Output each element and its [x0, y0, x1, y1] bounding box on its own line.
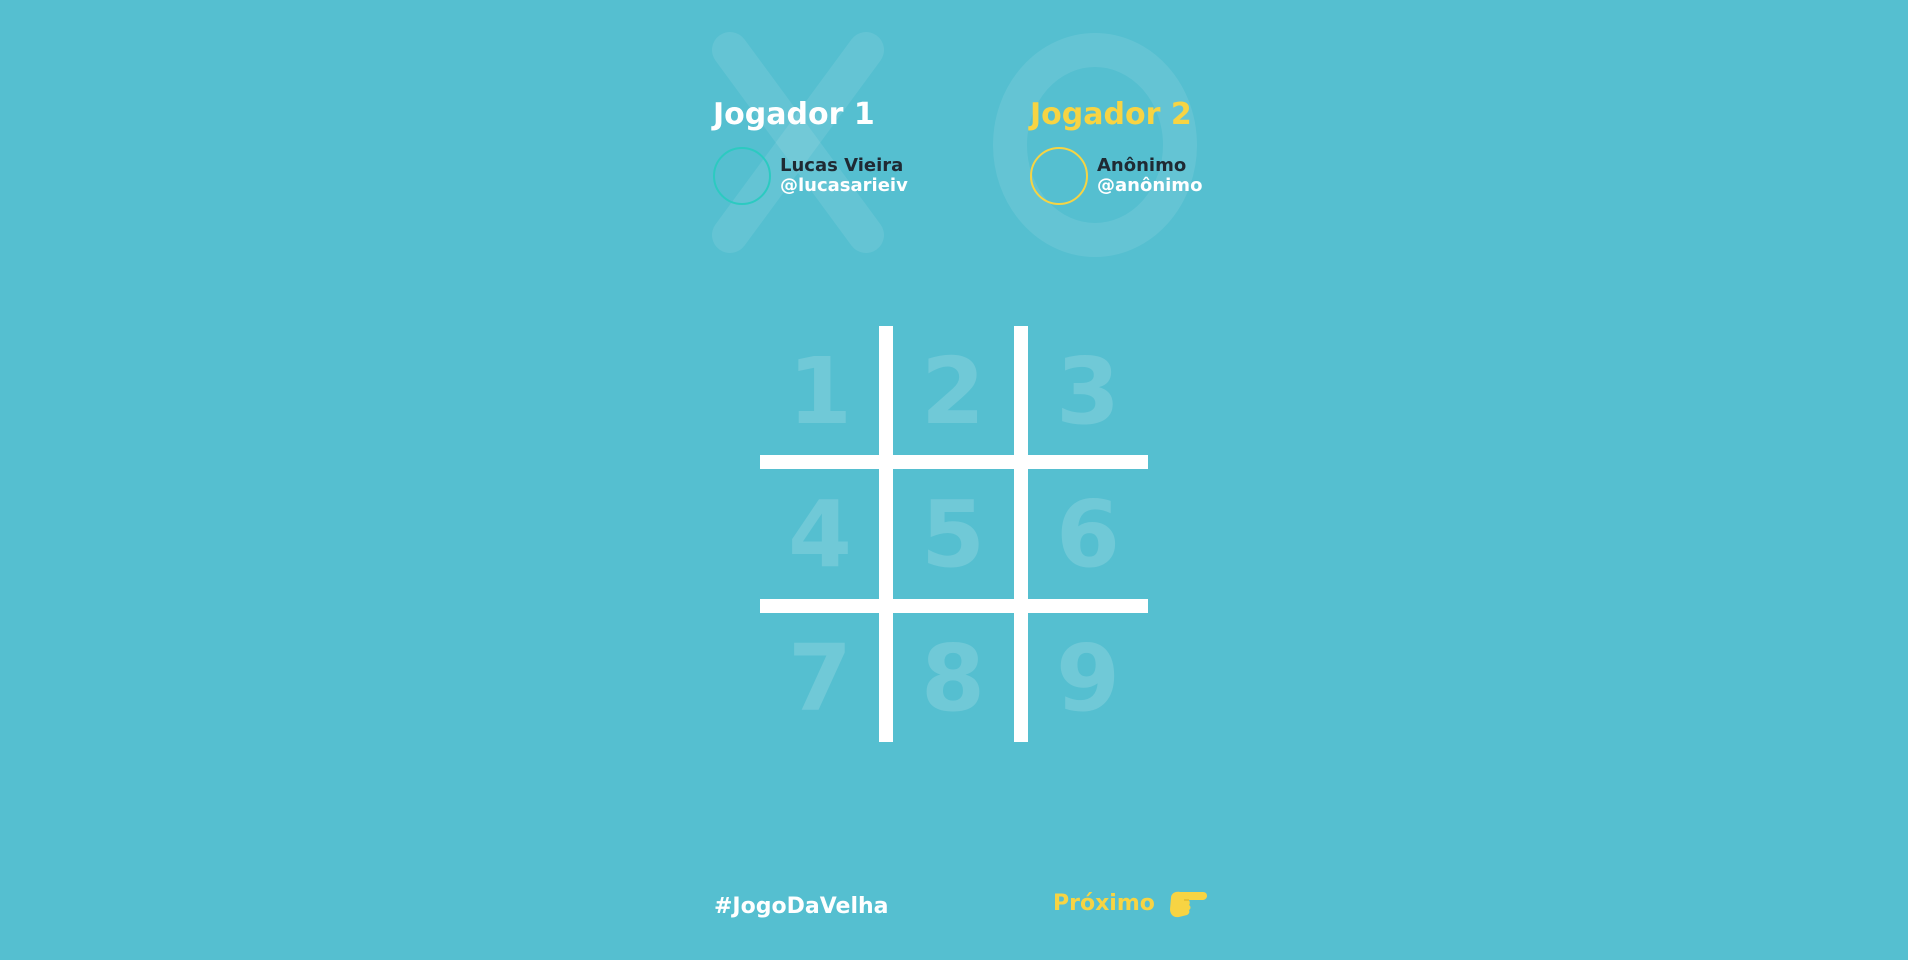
board-cell-7[interactable]: 7 — [760, 613, 880, 743]
hashtag-label: #JogoDaVelha — [714, 894, 889, 919]
player-2-handle: @anônimo — [1097, 175, 1203, 196]
next-button[interactable]: Próximo — [1053, 888, 1207, 920]
player-2-avatar[interactable] — [1030, 147, 1088, 205]
board-cell-2[interactable]: 2 — [893, 326, 1013, 456]
player-2-panel: Jogador 2 Anônimo @anônimo — [1030, 95, 1270, 205]
board-line-vertical-2 — [1014, 326, 1028, 742]
player-1-title: Jogador 1 — [713, 97, 875, 132]
player-1-name: Lucas Vieira — [780, 155, 904, 176]
player-1-panel: Jogador 1 Lucas Vieira @lucasarieiv — [713, 95, 953, 205]
player-2-name: Anônimo — [1097, 155, 1187, 176]
board-cell-3[interactable]: 3 — [1028, 326, 1148, 456]
board-cell-5[interactable]: 5 — [893, 469, 1013, 599]
game-screen: Jogador 1 Lucas Vieira @lucasarieiv Joga… — [0, 0, 1908, 960]
board-cell-1[interactable]: 1 — [760, 326, 880, 456]
board-cell-4[interactable]: 4 — [760, 469, 880, 599]
player-1-avatar[interactable] — [713, 147, 771, 205]
player-1-handle: @lucasarieiv — [780, 175, 908, 196]
board-line-vertical-1 — [879, 326, 893, 742]
board-cell-8[interactable]: 8 — [893, 613, 1013, 743]
player-2-title: Jogador 2 — [1030, 97, 1192, 132]
next-button-label: Próximo — [1053, 891, 1155, 916]
player-1-names: Lucas Vieira @lucasarieiv — [780, 156, 908, 196]
board-cell-6[interactable]: 6 — [1028, 469, 1148, 599]
player-1-info: Lucas Vieira @lucasarieiv — [713, 147, 953, 205]
board-line-horizontal-2 — [760, 599, 1148, 613]
board-line-horizontal-1 — [760, 455, 1148, 469]
tic-tac-toe-board: 1 2 3 4 5 6 7 8 9 — [760, 326, 1148, 742]
player-2-info: Anônimo @anônimo — [1030, 147, 1270, 205]
pointing-hand-icon — [1169, 891, 1207, 918]
player-2-names: Anônimo @anônimo — [1097, 156, 1202, 196]
board-cell-9[interactable]: 9 — [1028, 613, 1148, 743]
